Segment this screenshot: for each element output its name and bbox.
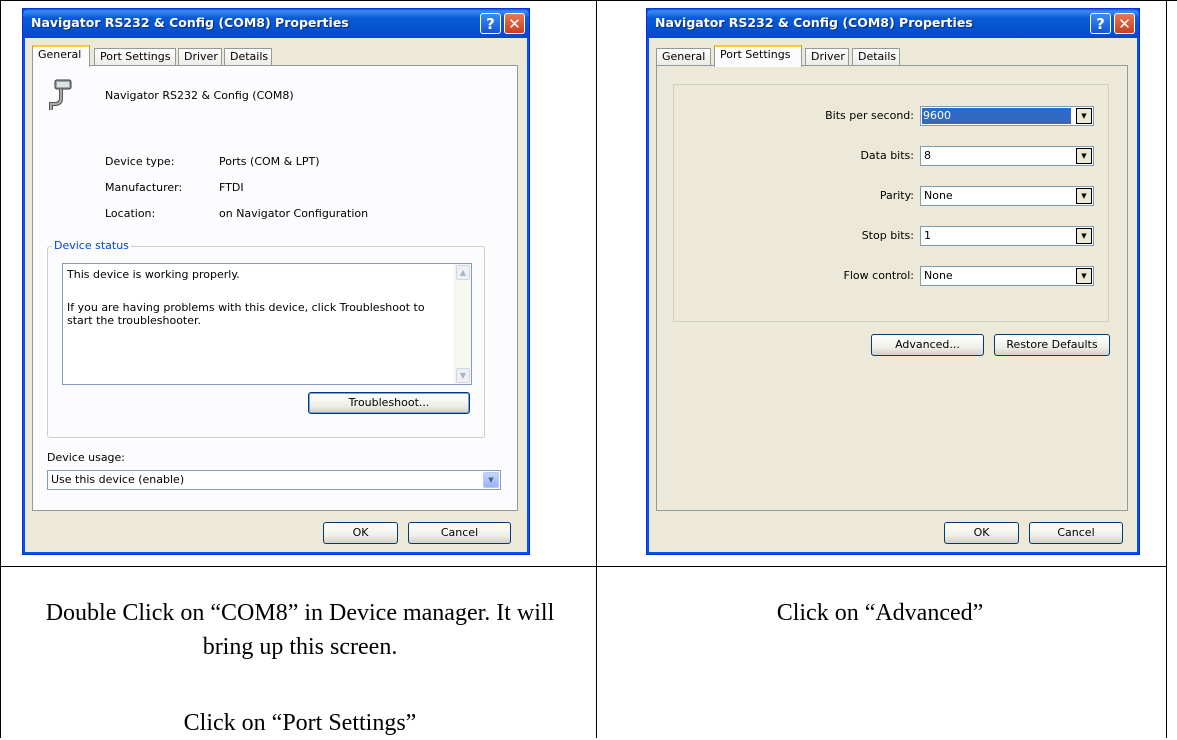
tab-details[interactable]: Details — [852, 48, 900, 65]
table-right-border — [1166, 0, 1167, 738]
restore-defaults-button[interactable]: Restore Defaults — [994, 334, 1110, 356]
troubleshoot-button[interactable]: Troubleshoot... — [308, 392, 470, 414]
advanced-button[interactable]: Advanced... — [871, 334, 984, 356]
device-usage-value: Use this device (enable) — [51, 473, 185, 486]
right-port-settings-panel: Bits per second: 9600 ▼ Data bits: 8 ▼ P… — [656, 65, 1128, 511]
tab-port-settings[interactable]: Port Settings — [714, 45, 802, 67]
status-line-1: This device is working properly. — [67, 268, 240, 281]
tab-general[interactable]: General — [656, 48, 711, 65]
device-usage-select[interactable]: Use this device (enable) ▼ — [47, 470, 501, 490]
cancel-label: Cancel — [1057, 526, 1095, 539]
cancel-button[interactable]: Cancel — [408, 522, 511, 544]
data-bits-label: Data bits: — [860, 149, 914, 162]
left-properties-dialog: Navigator RS232 & Config (COM8) Properti… — [22, 8, 530, 555]
left-caption-instruction: Double Click on “COM8” in Device manager… — [45, 600, 555, 660]
data-bits-select[interactable]: 8 ▼ — [920, 146, 1094, 166]
tab-general[interactable]: General — [32, 45, 90, 67]
ok-label: OK — [352, 526, 369, 539]
left-caption-port-settings: Click on “Port Settings” — [183, 710, 417, 736]
table-middle-border — [596, 0, 597, 738]
device-status-text[interactable]: This device is working properly. If you … — [62, 263, 472, 385]
tab-details[interactable]: Details — [224, 48, 272, 65]
right-window-title: Navigator RS232 & Config (COM8) Properti… — [655, 15, 973, 30]
device-usage-label: Device usage: — [47, 451, 126, 464]
stop-bits-select[interactable]: 1 ▼ — [920, 226, 1094, 246]
chevron-down-icon[interactable]: ▼ — [1076, 268, 1092, 284]
chevron-down-icon[interactable]: ▼ — [483, 472, 499, 488]
data-bits-value: 8 — [924, 149, 931, 162]
device-type-label: Device type: — [105, 155, 175, 168]
cancel-button[interactable]: Cancel — [1029, 522, 1123, 544]
table-left-border — [0, 0, 1, 738]
left-title-bar[interactable]: Navigator RS232 & Config (COM8) Properti… — [23, 9, 529, 38]
parity-value: None — [924, 189, 953, 202]
parity-label: Parity: — [879, 189, 914, 202]
device-name: Navigator RS232 & Config (COM8) — [105, 89, 294, 102]
tab-driver[interactable]: Driver — [805, 48, 849, 65]
device-status-group: Device status This device is working pro… — [47, 239, 485, 438]
scroll-down-icon[interactable]: ▼ — [456, 368, 470, 383]
chevron-down-icon[interactable]: ▼ — [1076, 148, 1092, 164]
parity-select[interactable]: None ▼ — [920, 186, 1094, 206]
status-scrollbar[interactable]: ▲ ▼ — [454, 264, 471, 384]
location-label: Location: — [105, 207, 156, 220]
manufacturer-value: FTDI — [219, 181, 244, 194]
right-caption-advanced: Click on “Advanced” — [776, 600, 984, 626]
scroll-up-icon[interactable]: ▲ — [456, 265, 470, 280]
troubleshoot-label: Troubleshoot... — [348, 396, 430, 409]
device-status-title: Device status — [52, 239, 131, 252]
help-icon[interactable]: ? — [1090, 13, 1111, 34]
manufacturer-label: Manufacturer: — [105, 181, 183, 194]
chevron-down-icon[interactable]: ▼ — [1076, 108, 1092, 124]
left-window-title: Navigator RS232 & Config (COM8) Properti… — [31, 15, 349, 30]
port-settings-fields: Bits per second: 9600 ▼ Data bits: 8 ▼ P… — [673, 84, 1109, 322]
cancel-label: Cancel — [440, 526, 479, 539]
tab-port-settings[interactable]: Port Settings — [94, 48, 176, 65]
chevron-down-icon[interactable]: ▼ — [1076, 228, 1092, 244]
chevron-down-icon[interactable]: ▼ — [1076, 188, 1092, 204]
flow-control-select[interactable]: None ▼ — [920, 266, 1094, 286]
tab-driver[interactable]: Driver — [178, 48, 222, 65]
right-title-bar[interactable]: Navigator RS232 & Config (COM8) Properti… — [647, 9, 1139, 38]
advanced-label: Advanced... — [895, 338, 960, 351]
status-line-2: If you are having problems with this dev… — [67, 301, 425, 327]
right-properties-dialog: Navigator RS232 & Config (COM8) Properti… — [646, 8, 1140, 555]
ok-button[interactable]: OK — [323, 522, 398, 544]
serial-port-icon — [47, 78, 79, 114]
stop-bits-label: Stop bits: — [861, 229, 914, 242]
location-value: on Navigator Configuration — [219, 207, 369, 220]
close-icon[interactable]: ✕ — [504, 13, 525, 34]
device-type-value: Ports (COM & LPT) — [219, 155, 320, 168]
restore-defaults-label: Restore Defaults — [1006, 338, 1098, 351]
flow-control-label: Flow control: — [843, 269, 914, 282]
table-top-border — [0, 0, 1177, 1]
table-row-divider — [0, 566, 1167, 567]
bits-per-second-label: Bits per second: — [825, 109, 914, 122]
bits-per-second-select[interactable]: 9600 ▼ — [920, 106, 1094, 126]
ok-label: OK — [973, 526, 990, 539]
ok-button[interactable]: OK — [944, 522, 1019, 544]
close-icon[interactable]: ✕ — [1114, 13, 1135, 34]
left-general-panel: Navigator RS232 & Config (COM8) Device t… — [32, 65, 518, 511]
flow-control-value: None — [924, 269, 953, 282]
bits-per-second-value: 9600 — [922, 108, 1071, 124]
help-icon[interactable]: ? — [480, 13, 501, 34]
stop-bits-value: 1 — [924, 229, 931, 242]
